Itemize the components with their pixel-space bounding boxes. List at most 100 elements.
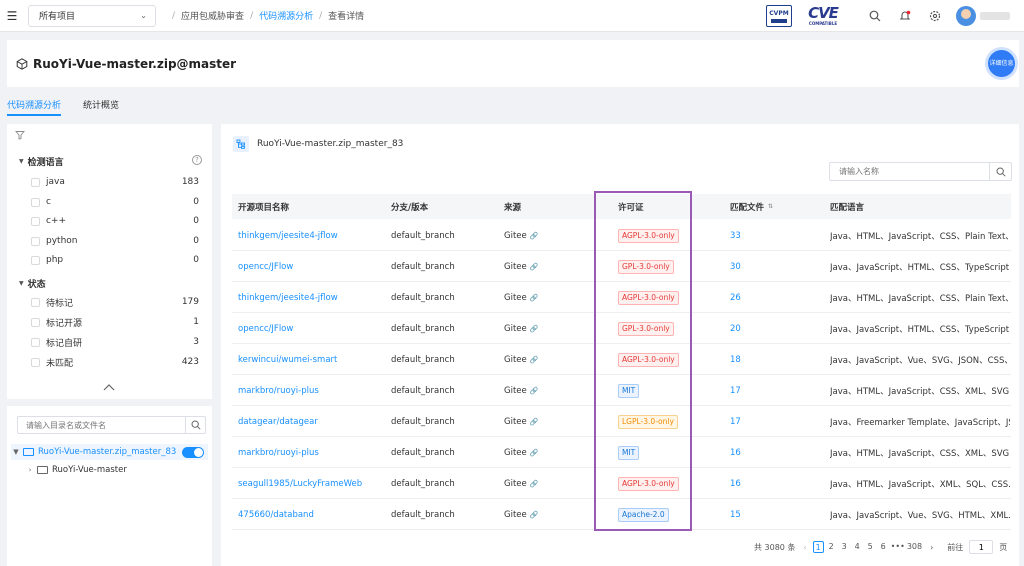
external-link-icon[interactable]: 🔗: [530, 418, 539, 426]
source-cell[interactable]: Gitee 🔗: [504, 499, 538, 530]
matched-files-link[interactable]: 17: [730, 406, 741, 437]
page-308[interactable]: 308: [907, 541, 922, 553]
avatar[interactable]: [956, 6, 976, 26]
lang-section-title[interactable]: ▼ 检测语言: [19, 155, 64, 168]
project-link[interactable]: markbro/ruoyi-plus: [238, 375, 319, 406]
tree-search-input[interactable]: [18, 417, 185, 433]
help-icon[interactable]: ?: [192, 155, 202, 165]
user-name-blurred[interactable]: [980, 12, 1010, 20]
status-filter-self-developed[interactable]: 标记自研 3: [31, 335, 199, 349]
lang-filter-php[interactable]: php 0: [31, 253, 199, 267]
source-cell[interactable]: Gitee 🔗: [504, 406, 538, 437]
status-filter-unmatched[interactable]: 未匹配 423: [31, 355, 199, 369]
external-link-icon[interactable]: 🔗: [530, 449, 539, 457]
search-icon[interactable]: [989, 163, 1011, 180]
detail-info-button[interactable]: 详细信息: [988, 50, 1015, 77]
page-5[interactable]: 5: [865, 541, 876, 553]
external-link-icon[interactable]: 🔗: [530, 294, 539, 302]
root-toggle-switch[interactable]: [182, 447, 204, 458]
project-link[interactable]: 475660/databand: [238, 499, 314, 530]
source-cell[interactable]: Gitee 🔗: [504, 437, 538, 468]
source-cell[interactable]: Gitee 🔗: [504, 375, 538, 406]
page-2[interactable]: 2: [826, 541, 837, 553]
tree-node-child[interactable]: › RuoYi-Vue-master: [25, 462, 208, 478]
matched-files-link[interactable]: 16: [730, 468, 741, 499]
checkbox[interactable]: [31, 357, 40, 367]
filter-icon[interactable]: [15, 130, 25, 140]
external-link-icon[interactable]: 🔗: [530, 263, 539, 271]
lang-filter-python[interactable]: python 0: [31, 234, 199, 248]
project-link[interactable]: datagear/datagear: [238, 406, 318, 437]
tree-node-root[interactable]: ▼ RuoYi-Vue-master.zip_master_83: [11, 444, 208, 460]
project-select[interactable]: 所有项目 ⌄: [28, 4, 156, 27]
source-cell[interactable]: Gitee 🔗: [504, 251, 538, 282]
chevron-up-icon[interactable]: [102, 382, 116, 392]
external-link-icon[interactable]: 🔗: [530, 356, 539, 364]
matched-files-link[interactable]: 30: [730, 251, 741, 282]
goto-page-input[interactable]: [969, 540, 994, 554]
breadcrumb-item-threat-review[interactable]: 应用包威胁审查: [181, 9, 244, 22]
breadcrumb-item-code-trace[interactable]: 代码溯源分析: [259, 9, 313, 22]
next-page-icon[interactable]: ›: [930, 543, 933, 552]
external-link-icon[interactable]: 🔗: [530, 387, 539, 395]
project-link[interactable]: markbro/ruoyi-plus: [238, 437, 319, 468]
search-icon[interactable]: [860, 0, 890, 32]
checkbox[interactable]: [31, 216, 40, 226]
matched-files-link[interactable]: 15: [730, 499, 741, 530]
checkbox[interactable]: [31, 317, 40, 327]
source-cell[interactable]: Gitee 🔗: [504, 468, 538, 499]
page-6[interactable]: 6: [878, 541, 889, 553]
checkbox[interactable]: [31, 197, 40, 207]
page-ellipsis[interactable]: •••: [891, 541, 905, 553]
matched-files-link[interactable]: 33: [730, 220, 741, 251]
lang-filter-java[interactable]: java 183: [31, 175, 199, 189]
caret-right-icon[interactable]: ›: [25, 466, 35, 474]
checkbox[interactable]: [31, 177, 40, 187]
gear-icon[interactable]: [920, 0, 950, 32]
checkbox[interactable]: [31, 297, 40, 307]
checkbox[interactable]: [31, 255, 40, 265]
name-search-input[interactable]: [830, 163, 989, 180]
prev-page-icon[interactable]: ‹: [803, 543, 806, 552]
lang-filter-c[interactable]: c0: [31, 195, 199, 209]
file-tree-panel: ▼ RuoYi-Vue-master.zip_master_83 › RuoYi…: [7, 406, 212, 566]
page-4[interactable]: 4: [852, 541, 863, 553]
project-link[interactable]: thinkgem/jeesite4-jflow: [238, 220, 338, 251]
matched-langs-cell: Java、Freemarker Template、JavaScript、JS..…: [830, 417, 1010, 428]
project-link[interactable]: opencc/JFlow: [238, 313, 293, 344]
page-1[interactable]: 1: [812, 541, 824, 553]
project-link[interactable]: kerwincui/wumei-smart: [238, 344, 337, 375]
search-icon[interactable]: [185, 417, 205, 433]
source-cell[interactable]: Gitee 🔗: [504, 344, 538, 375]
external-link-icon[interactable]: 🔗: [530, 480, 539, 488]
lang-filter-cpp[interactable]: c++ 0: [31, 214, 199, 228]
matched-files-link[interactable]: 26: [730, 282, 741, 313]
project-link[interactable]: seagull1985/LuckyFrameWeb: [238, 468, 362, 499]
page-3[interactable]: 3: [839, 541, 850, 553]
bell-icon[interactable]: [890, 0, 920, 32]
external-link-icon[interactable]: 🔗: [530, 325, 539, 333]
source-cell[interactable]: Gitee 🔗: [504, 220, 538, 251]
checkbox[interactable]: [31, 236, 40, 246]
project-link[interactable]: thinkgem/jeesite4-jflow: [238, 282, 338, 313]
source-cell[interactable]: Gitee 🔗: [504, 282, 538, 313]
status-filter-open-source[interactable]: 标记开源 1: [31, 315, 199, 329]
source-cell[interactable]: Gitee 🔗: [504, 313, 538, 344]
matched-files-link[interactable]: 17: [730, 375, 741, 406]
tab-statistics[interactable]: 统计概览: [83, 92, 119, 116]
project-link[interactable]: opencc/JFlow: [238, 251, 293, 282]
menu-toggle-icon[interactable]: ☰: [0, 0, 24, 32]
checkbox[interactable]: [31, 337, 40, 347]
table-row: markbro/ruoyi-plus default_branch Gitee 🔗…: [232, 437, 1011, 468]
status-filter-pending[interactable]: 待标记 179: [31, 295, 199, 309]
matched-files-link[interactable]: 20: [730, 313, 741, 344]
column-matched-files[interactable]: 匹配文件 ⇅: [730, 194, 773, 219]
external-link-icon[interactable]: 🔗: [530, 232, 539, 240]
status-section-title[interactable]: ▼ 状态: [19, 277, 46, 290]
caret-down-icon[interactable]: ▼: [11, 448, 21, 456]
sort-icon[interactable]: ⇅: [768, 203, 773, 210]
tab-code-trace[interactable]: 代码溯源分析: [7, 92, 62, 116]
external-link-icon[interactable]: 🔗: [530, 511, 539, 519]
matched-files-link[interactable]: 18: [730, 344, 741, 375]
matched-files-link[interactable]: 16: [730, 437, 741, 468]
